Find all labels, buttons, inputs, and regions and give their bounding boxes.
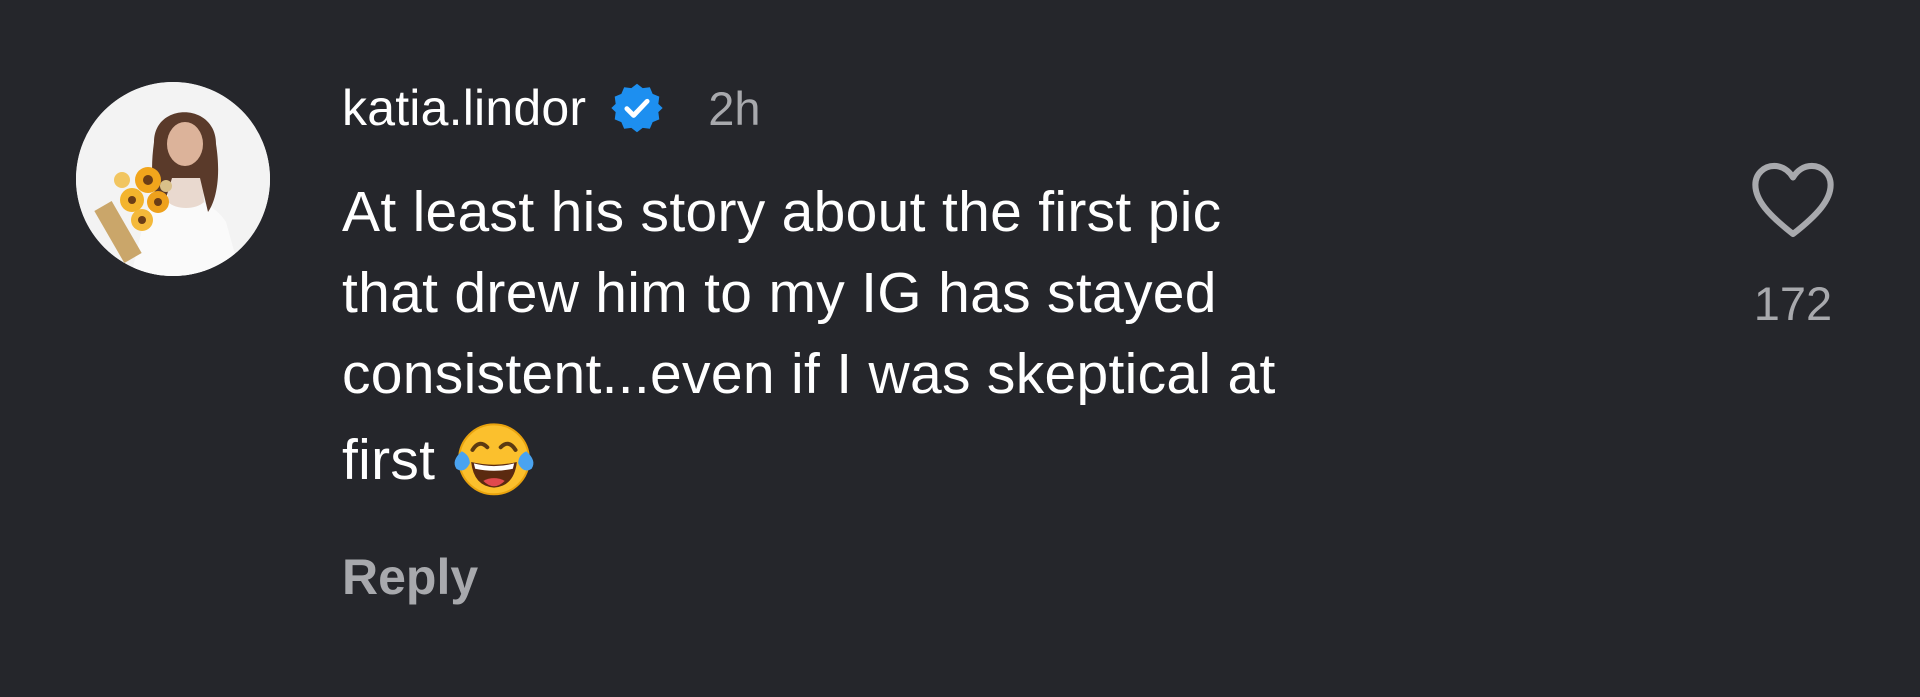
like-count: 172 [1753, 277, 1833, 330]
comment-item: katia.lindor 2h At least his story about… [0, 0, 1920, 697]
like-section: 172 [1718, 160, 1868, 331]
avatar[interactable] [76, 82, 270, 276]
comment-timestamp: 2h [708, 81, 761, 135]
tears-of-joy-emoji-icon [451, 415, 537, 501]
username-link[interactable]: katia.lindor [342, 79, 586, 137]
comment-line: that drew him to my IG has stayed [342, 261, 1217, 325]
comment-line: consistent...even if I was skeptical at [342, 342, 1276, 406]
reply-button[interactable]: Reply [342, 548, 478, 606]
comment-text: At least his story about the first pic t… [342, 172, 1622, 501]
verified-badge-icon [610, 81, 664, 135]
comment-line-text: first [342, 428, 436, 492]
comment-header: katia.lindor 2h [342, 78, 760, 138]
avatar-photo [76, 82, 270, 276]
comment-line: At least his story about the first pic [342, 180, 1222, 244]
comment-line-last: first [342, 415, 1622, 501]
heart-outline-icon[interactable] [1750, 160, 1836, 240]
